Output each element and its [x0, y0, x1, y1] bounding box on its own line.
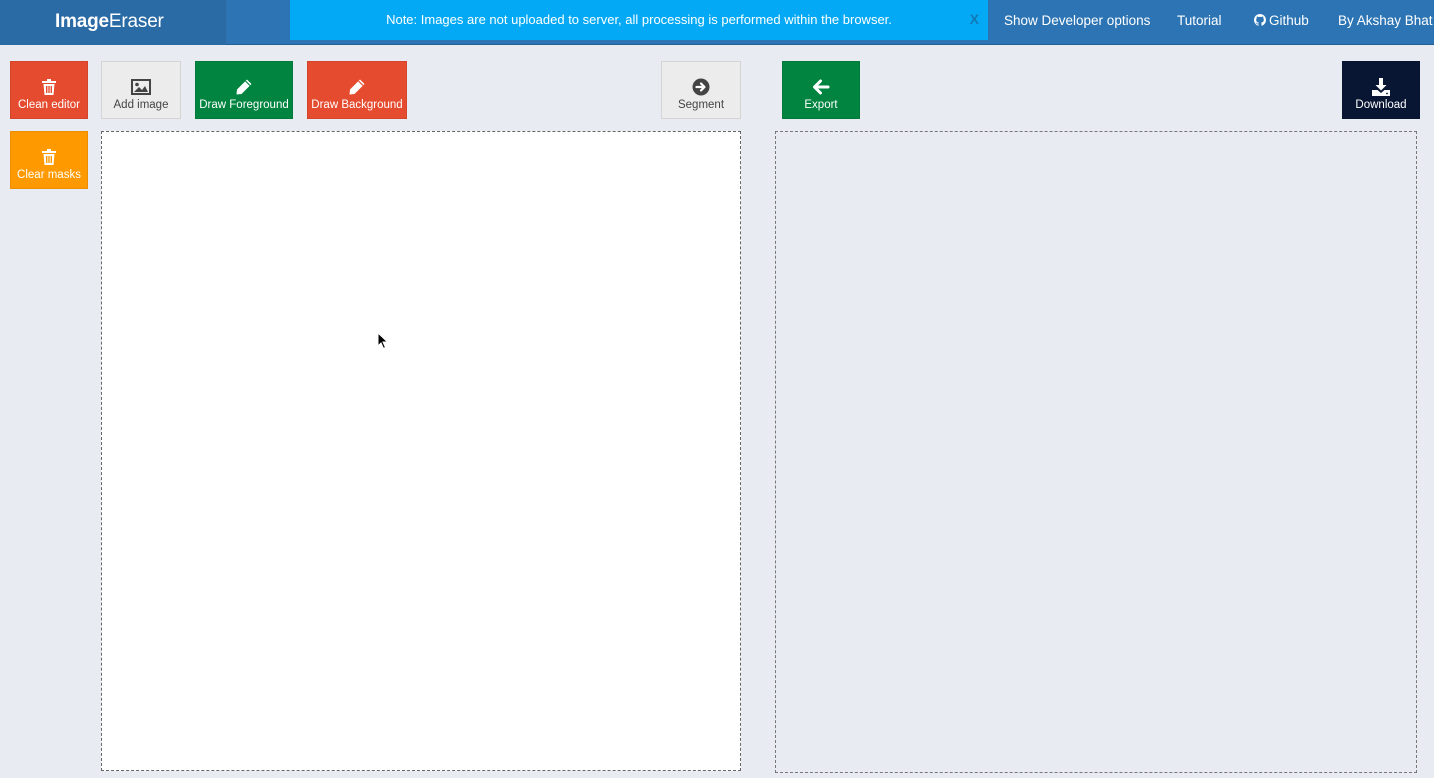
output-canvas[interactable] [775, 131, 1417, 773]
pencil-icon [348, 77, 366, 97]
github-icon [1254, 14, 1266, 26]
nav-tutorial[interactable]: Tutorial [1177, 0, 1222, 45]
notice-close-button[interactable]: X [970, 0, 979, 40]
mouse-cursor-icon [377, 332, 389, 350]
brand-name-part1: Image [55, 11, 109, 32]
arrow-circle-right-icon [692, 77, 710, 97]
download-label: Download [1355, 99, 1407, 111]
draw-foreground-button[interactable]: Draw Foreground [195, 61, 293, 119]
segment-label: Segment [677, 99, 725, 111]
draw-background-label: Draw Background [311, 99, 403, 111]
draw-background-button[interactable]: Draw Background [307, 61, 407, 119]
trash-icon [42, 147, 56, 167]
nav-github[interactable]: Github [1254, 0, 1309, 45]
nav-author[interactable]: By Akshay Bhat [1338, 0, 1433, 45]
export-button[interactable]: Export [782, 61, 860, 119]
download-button[interactable]: Download [1342, 61, 1420, 119]
clear-masks-label: Clear masks [17, 169, 81, 181]
clear-masks-button[interactable]: Clear masks [10, 131, 88, 189]
arrow-left-icon [812, 77, 830, 97]
export-label: Export [804, 99, 838, 111]
brand-logo[interactable]: ImageEraser [0, 0, 226, 45]
segment-button[interactable]: Segment [661, 61, 741, 119]
add-image-button[interactable]: Add image [101, 61, 181, 119]
nav-github-label: Github [1269, 13, 1309, 28]
editor-canvas[interactable] [101, 131, 741, 771]
top-navbar: ImageEraser Note: Images are not uploade… [0, 0, 1434, 45]
download-icon [1371, 77, 1391, 97]
clean-editor-label: Clean editor [17, 99, 80, 111]
clean-editor-button[interactable]: Clean editor [10, 61, 88, 119]
draw-foreground-label: Draw Foreground [199, 99, 289, 111]
pencil-icon [235, 77, 253, 97]
brand-name-part2: Eraser [108, 11, 164, 32]
trash-icon [42, 77, 56, 97]
nav-developer-options[interactable]: Show Developer options [1004, 0, 1150, 45]
add-image-label: Add image [113, 99, 169, 111]
image-icon [131, 77, 151, 97]
notice-text: Note: Images are not uploaded to server,… [386, 12, 892, 27]
browser-processing-notice: Note: Images are not uploaded to server,… [290, 0, 988, 40]
